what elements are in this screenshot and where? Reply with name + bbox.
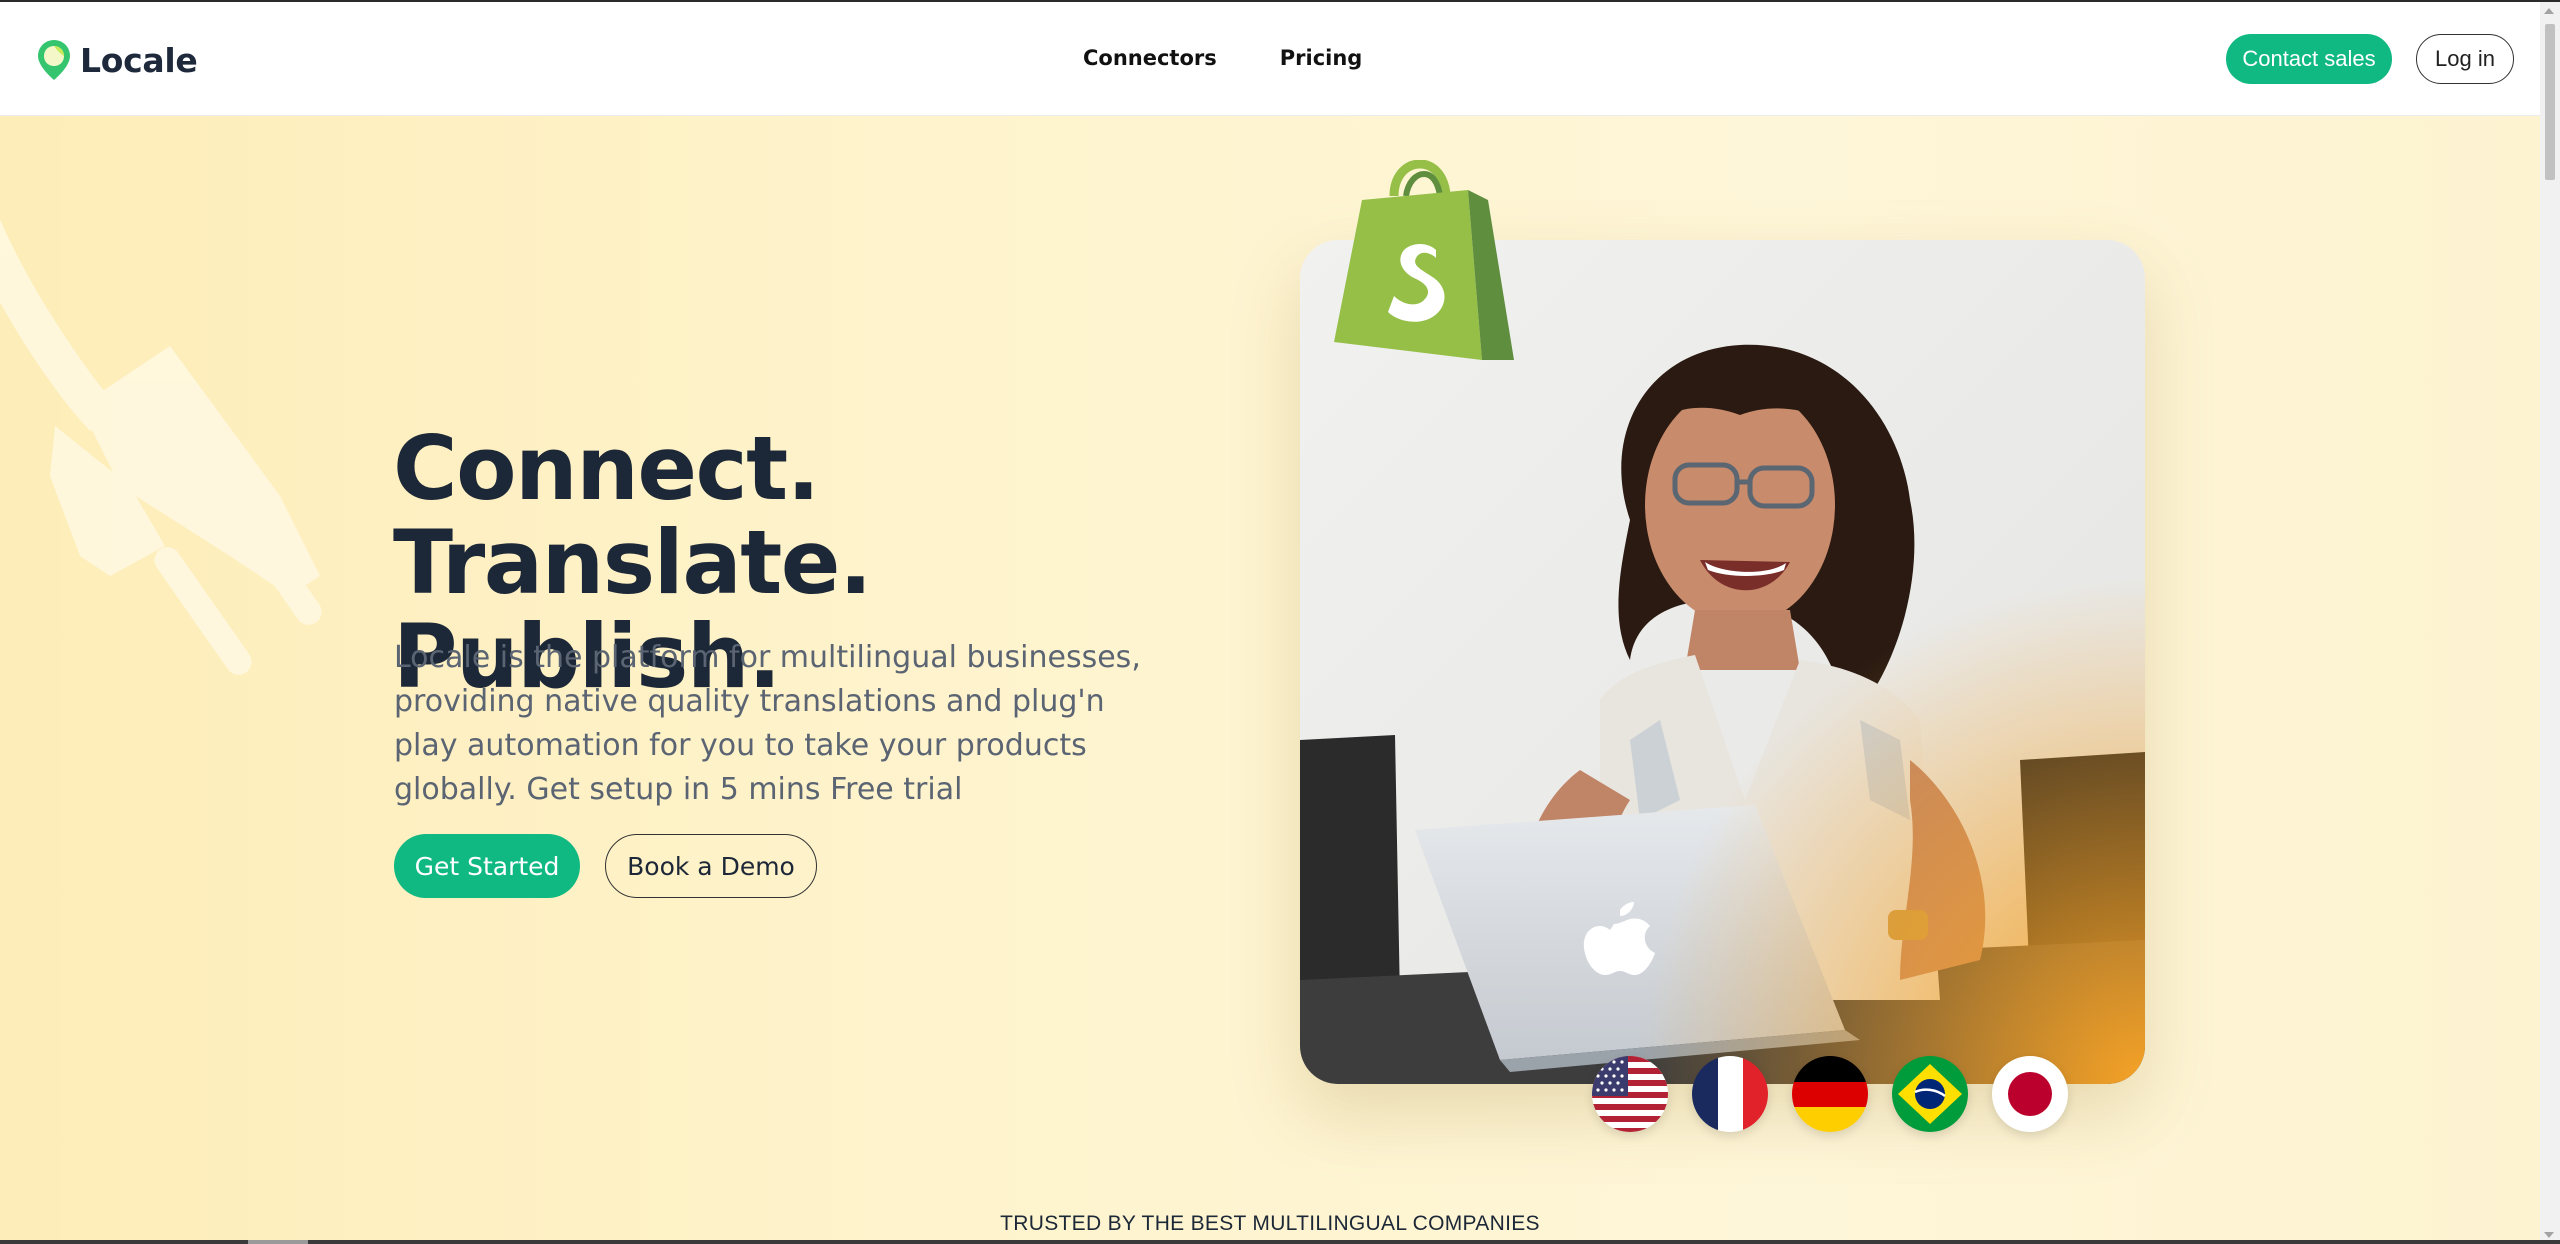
trusted-by-label: TRUSTED BY THE BEST MULTILINGUAL COMPANI… <box>1000 1212 1540 1235</box>
contact-sales-button[interactable]: Contact sales <box>2226 34 2392 84</box>
login-button[interactable]: Log in <box>2416 34 2514 84</box>
hero-section: Connect. Translate. Publish. Locale is t… <box>0 116 2540 1244</box>
brand-name: Locale <box>80 40 198 80</box>
site-header: Locale Connectors Pricing Contact sales … <box>0 2 2540 116</box>
get-started-button[interactable]: Get Started <box>394 834 580 898</box>
scrollbar-thumb[interactable] <box>2545 24 2555 180</box>
brazil-flag-icon <box>1892 1056 1968 1132</box>
scroll-down-arrow-icon[interactable] <box>2544 1232 2554 1238</box>
japan-flag-icon <box>1992 1056 2068 1132</box>
us-flag-icon <box>1592 1056 1668 1132</box>
book-demo-button[interactable]: Book a Demo <box>605 834 817 898</box>
page-scrollbar[interactable] <box>2540 2 2560 1244</box>
hero-description: Locale is the platform for multilingual … <box>394 640 1141 807</box>
window-bottom-border <box>0 1240 2560 1244</box>
hero-photo <box>1300 240 2145 1084</box>
germany-flag-icon <box>1792 1056 1868 1132</box>
woman-with-laptop-image <box>1300 240 2145 1084</box>
plug-decoration-icon <box>0 219 322 675</box>
nav-link-connectors[interactable]: Connectors <box>1083 46 1217 70</box>
main-nav: Connectors Pricing <box>1083 46 1362 70</box>
nav-link-pricing[interactable]: Pricing <box>1280 46 1363 70</box>
brand-logo[interactable]: Locale <box>36 38 198 82</box>
shopify-bag-icon <box>1334 160 1514 360</box>
horizontal-scroll-indicator <box>248 1240 308 1244</box>
scroll-up-arrow-icon[interactable] <box>2544 8 2554 14</box>
hero-heading-line-1: Connect. Translate. <box>393 417 872 614</box>
france-flag-icon <box>1692 1056 1768 1132</box>
language-flags <box>1592 1056 2068 1132</box>
location-pin-logo-icon <box>38 40 70 80</box>
